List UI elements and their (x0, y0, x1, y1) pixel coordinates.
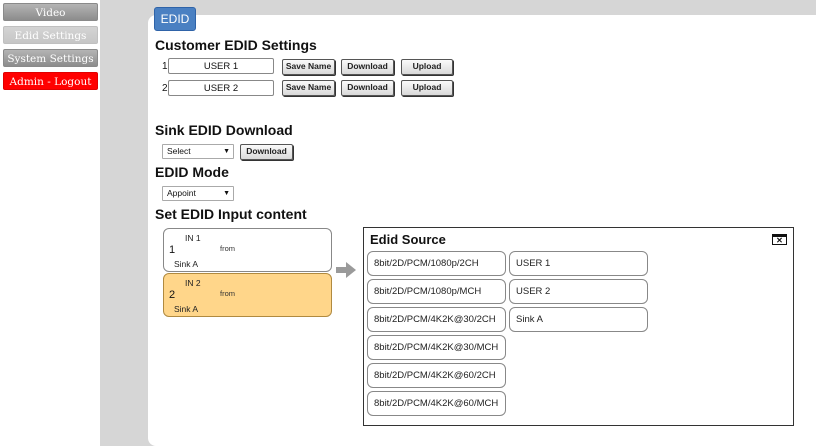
input-from: from (220, 289, 235, 298)
save-name-button-1[interactable]: Save Name (282, 59, 335, 75)
input-label: IN 1 (185, 233, 201, 243)
edid-source-user-1[interactable]: USER 1 (509, 251, 648, 276)
download-button-1[interactable]: Download (341, 59, 394, 75)
edid-source-preset-6[interactable]: 8bit/2D/PCM/4K2K@60/MCH (367, 391, 506, 416)
nav-admin-logout[interactable]: Admin - Logout (3, 72, 98, 90)
edid-source-preset-1[interactable]: 8bit/2D/PCM/1080p/2CH (367, 251, 506, 276)
input-number: 2 (169, 289, 176, 301)
upload-button-1[interactable]: Upload (401, 59, 453, 75)
chevron-down-icon: ▼ (223, 148, 230, 155)
edid-source-preset-2[interactable]: 8bit/2D/PCM/1080p/MCH (367, 279, 506, 304)
input-content-heading: Set EDID Input content (155, 206, 307, 222)
arrow-right-icon (336, 262, 356, 278)
customer-name-input-2[interactable] (168, 80, 274, 96)
input-card-in2[interactable]: IN 2 2 from Sink A (163, 273, 332, 317)
sink-edid-heading: Sink EDID Download (155, 122, 293, 138)
edid-mode-select-value: Appoint (167, 188, 196, 198)
input-card-in1[interactable]: IN 1 1 from Sink A (163, 228, 332, 272)
input-source: Sink A (174, 304, 199, 314)
chevron-down-icon: ▼ (223, 190, 230, 197)
nav-edid-settings[interactable]: Edid Settings (3, 26, 98, 44)
upload-button-2[interactable]: Upload (401, 80, 453, 96)
input-label: IN 2 (185, 278, 201, 288)
edid-source-sink-a[interactable]: Sink A (509, 307, 648, 332)
tab-edid[interactable]: EDID (154, 7, 196, 31)
customer-edid-heading: Customer EDID Settings (155, 37, 317, 53)
input-number: 1 (169, 244, 176, 256)
edid-mode-heading: EDID Mode (155, 164, 229, 180)
sink-select[interactable]: Select ▼ (162, 144, 234, 159)
customer-row-index: 1 (162, 61, 168, 72)
edid-source-preset-3[interactable]: 8bit/2D/PCM/4K2K@30/2CH (367, 307, 506, 332)
edid-source-title: Edid Source (370, 232, 446, 247)
edid-source-preset-5[interactable]: 8bit/2D/PCM/4K2K@60/2CH (367, 363, 506, 388)
edid-mode-select[interactable]: Appoint ▼ (162, 186, 234, 201)
customer-name-input-1[interactable] (168, 58, 274, 74)
input-from: from (220, 244, 235, 253)
nav-system-settings[interactable]: System Settings (3, 49, 98, 67)
input-source: Sink A (174, 259, 199, 269)
edid-source-user-2[interactable]: USER 2 (509, 279, 648, 304)
close-icon[interactable]: ✕ (772, 234, 787, 245)
customer-row-index: 2 (162, 83, 168, 94)
sink-select-value: Select (167, 146, 191, 156)
edid-source-preset-4[interactable]: 8bit/2D/PCM/4K2K@30/MCH (367, 335, 506, 360)
download-button-2[interactable]: Download (341, 80, 394, 96)
save-name-button-2[interactable]: Save Name (282, 80, 335, 96)
nav-video[interactable]: Video (3, 3, 98, 21)
sink-download-button[interactable]: Download (240, 144, 293, 160)
